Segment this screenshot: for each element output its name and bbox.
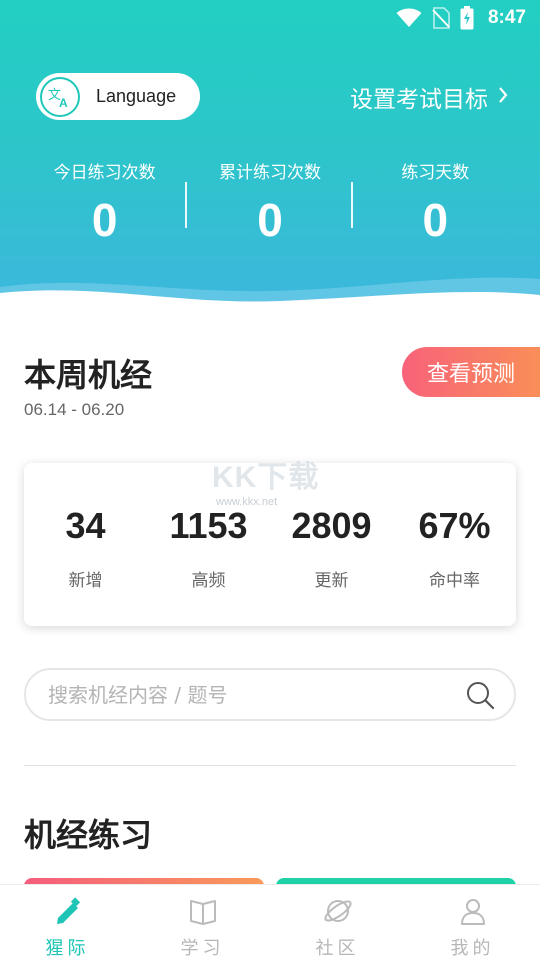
nav-label: 我的 <box>450 938 495 959</box>
nav-item-home[interactable]: 猩际 <box>0 885 135 960</box>
translate-icon: 文 A <box>40 76 80 117</box>
weekly-stat-hit-rate: 67% 命中率 <box>393 463 516 592</box>
watermark-url: www.kkx.net <box>216 496 278 508</box>
book-icon <box>187 895 219 926</box>
watermark-main: KK下载 <box>212 461 320 494</box>
language-label: Language <box>96 86 177 106</box>
weekly-stat-label: 更新 <box>314 571 349 591</box>
stat-value: 0 <box>91 194 118 246</box>
weekly-section-title: 本周机经 <box>24 356 153 394</box>
bottom-navigation: 猩际 学习 社区 我的 <box>0 884 540 960</box>
practice-section-title: 机经练习 <box>24 816 153 854</box>
search-input[interactable] <box>48 682 464 707</box>
svg-text:A: A <box>59 96 68 109</box>
chevron-right-icon <box>498 84 508 110</box>
no-sim-icon <box>432 7 450 29</box>
nav-label: 猩际 <box>45 938 90 959</box>
planet-icon <box>322 895 354 926</box>
search-icon[interactable] <box>464 679 496 711</box>
stat-today: 今日练习次数 0 <box>22 152 188 252</box>
user-icon <box>457 895 489 926</box>
set-exam-goal-label: 设置考试目标 <box>350 87 488 113</box>
battery-charging-icon <box>460 6 474 30</box>
weekly-stat-value: 34 <box>65 505 106 546</box>
status-bar: 8:47 <box>0 0 540 36</box>
stat-total: 累计练习次数 0 <box>187 152 353 252</box>
stat-value: 0 <box>257 194 283 246</box>
nav-item-profile[interactable]: 我的 <box>405 885 540 960</box>
stat-days: 练习天数 0 <box>353 152 518 252</box>
watermark: KK下载 www.kkx.net <box>212 452 332 512</box>
weekly-stat-value: 2809 <box>291 505 372 546</box>
weekly-stat-value: 67% <box>418 505 491 546</box>
weekly-stat-value: 1153 <box>169 505 248 546</box>
view-prediction-button[interactable]: 查看预测 <box>402 347 540 397</box>
section-divider <box>24 765 516 766</box>
weekly-date-range: 06.14 - 06.20 <box>24 400 125 419</box>
pencil-icon <box>52 895 84 926</box>
nav-label: 学习 <box>180 938 225 959</box>
wifi-icon <box>396 8 422 28</box>
search-bar[interactable] <box>24 668 516 721</box>
weekly-stat-label: 命中率 <box>429 571 480 591</box>
nav-item-study[interactable]: 学习 <box>135 885 270 960</box>
set-exam-goal-link[interactable]: 设置考试目标 <box>350 80 508 114</box>
weekly-stat-new: 34 新增 <box>24 463 147 592</box>
language-button[interactable]: 文 A Language <box>36 73 200 120</box>
practice-stats: 今日练习次数 0 累计练习次数 0 练习天数 0 <box>22 152 518 252</box>
stat-label: 今日练习次数 <box>53 163 156 183</box>
weekly-stat-label: 新增 <box>68 571 103 591</box>
weekly-stat-label: 高频 <box>191 571 226 591</box>
wave-decoration <box>0 277 540 310</box>
stat-label: 练习天数 <box>401 163 470 183</box>
nav-label: 社区 <box>315 938 360 959</box>
stat-label: 累计练习次数 <box>218 163 321 183</box>
status-time: 8:47 <box>487 7 526 28</box>
stat-value: 0 <box>422 194 449 246</box>
nav-item-community[interactable]: 社区 <box>270 885 405 960</box>
